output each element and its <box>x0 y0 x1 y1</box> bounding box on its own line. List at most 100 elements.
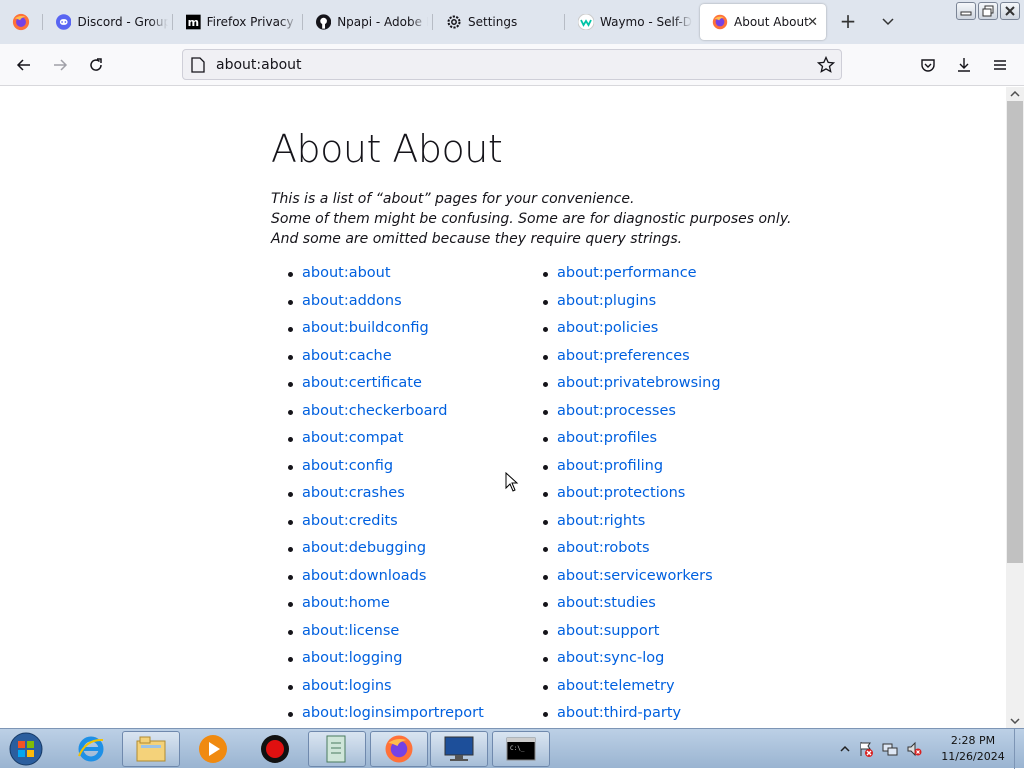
about-link[interactable]: about:config <box>288 458 484 486</box>
restore-button[interactable] <box>978 2 998 20</box>
about-link[interactable]: about:protections <box>543 485 721 513</box>
about-link[interactable]: about:crashes <box>288 485 484 513</box>
about-link[interactable]: about:cache <box>288 348 484 376</box>
about-link[interactable]: about:logging <box>288 650 484 678</box>
new-tab-button[interactable]: + <box>836 10 860 34</box>
tab-about-about[interactable]: About About ✕ <box>700 4 826 40</box>
show-hidden-icons-icon[interactable] <box>840 745 850 753</box>
about-link[interactable]: about:home <box>288 595 484 623</box>
command-prompt-icon: C:\_ <box>506 737 536 761</box>
about-link[interactable]: about:certificate <box>288 375 484 403</box>
about-link[interactable]: about:preferences <box>543 348 721 376</box>
vertical-scrollbar[interactable] <box>1006 87 1024 728</box>
pocket-icon <box>921 59 935 72</box>
menu-button[interactable] <box>988 53 1012 77</box>
taskbar-firefox[interactable] <box>370 731 428 767</box>
about-link[interactable]: about:debugging <box>288 540 484 568</box>
minimize-icon <box>960 11 972 16</box>
about-link[interactable]: about:downloads <box>288 568 484 596</box>
action-center-warning-icon[interactable] <box>858 741 874 757</box>
about-link[interactable]: about:support <box>543 623 721 651</box>
tab-waymo[interactable]: Waymo - Self-D <box>566 4 692 40</box>
about-link[interactable]: about:about <box>288 265 484 293</box>
intro-line: This is a list of “about” pages for your… <box>271 191 635 207</box>
close-tab-icon[interactable]: ✕ <box>807 15 818 30</box>
about-link[interactable]: about:buildconfig <box>288 320 484 348</box>
chevron-down-icon <box>882 18 894 26</box>
download-icon <box>958 58 970 72</box>
reload-button[interactable] <box>84 53 108 77</box>
list-all-tabs-button[interactable] <box>876 10 900 34</box>
about-link[interactable]: about:profiling <box>543 458 721 486</box>
about-link[interactable]: about:telemetry <box>543 678 721 706</box>
folder-icon <box>136 736 166 762</box>
taskbar-remote-desktop[interactable] <box>430 731 488 767</box>
about-link[interactable]: about:rights <box>543 513 721 541</box>
close-window-button[interactable] <box>1000 2 1020 20</box>
scroll-up-button[interactable] <box>1006 87 1024 101</box>
arrow-left-icon <box>16 59 30 71</box>
about-link[interactable]: about:performance <box>543 265 721 293</box>
about-link[interactable]: about:profiles <box>543 430 721 458</box>
waymo-icon <box>578 14 594 30</box>
about-link[interactable]: about:credits <box>288 513 484 541</box>
about-link[interactable]: about:policies <box>543 320 721 348</box>
restore-icon <box>982 5 994 17</box>
about-link[interactable]: about:checkerboard <box>288 403 484 431</box>
about-link[interactable]: about:serviceworkers <box>543 568 721 596</box>
volume-muted-icon[interactable] <box>906 741 922 757</box>
hamburger-menu-icon <box>994 60 1006 70</box>
network-icon[interactable] <box>882 741 898 757</box>
taskbar-command-prompt[interactable]: C:\_ <box>492 731 550 767</box>
downloads-button[interactable] <box>952 53 976 77</box>
about-link[interactable]: about:robots <box>543 540 721 568</box>
page-icon <box>191 57 205 73</box>
windows-start-orb-icon <box>9 732 43 766</box>
tab-npapi[interactable]: Npapi - Adobe F <box>304 4 428 40</box>
tab-discord[interactable]: Discord - Group <box>44 4 168 40</box>
about-link[interactable]: about:privatebrowsing <box>543 375 721 403</box>
chevron-up-icon <box>1010 91 1020 97</box>
scroll-down-button[interactable] <box>1006 714 1024 728</box>
arrow-right-icon <box>54 59 68 71</box>
start-button[interactable] <box>6 731 46 767</box>
about-link[interactable]: about:loginsimportreport <box>288 705 484 728</box>
taskbar-notepad[interactable] <box>308 731 366 767</box>
tab-title: About About <box>734 15 809 29</box>
taskbar-file-explorer[interactable] <box>122 731 180 767</box>
clock-date: 11/26/2024 <box>941 750 1005 763</box>
forward-button[interactable] <box>48 53 72 77</box>
firefox-icon <box>385 735 413 763</box>
about-link[interactable]: about:sync-log <box>543 650 721 678</box>
taskbar-recorder[interactable] <box>246 731 304 767</box>
tab-title: Discord - Group <box>77 15 168 29</box>
back-button[interactable] <box>12 53 36 77</box>
pocket-button[interactable] <box>916 53 940 77</box>
scrollbar-thumb[interactable] <box>1007 101 1023 563</box>
about-link[interactable]: about:license <box>288 623 484 651</box>
bookmark-star-icon[interactable] <box>817 56 835 74</box>
firefox-view-button[interactable] <box>0 0 42 44</box>
about-link[interactable]: about:compat <box>288 430 484 458</box>
navigation-toolbar: about:about <box>0 44 1024 86</box>
about-link[interactable]: about:studies <box>543 595 721 623</box>
url-text[interactable]: about:about <box>216 57 302 73</box>
tab-settings[interactable]: Settings <box>434 4 560 40</box>
gear-icon <box>447 15 461 29</box>
url-bar[interactable]: about:about <box>182 49 842 80</box>
about-link[interactable]: about:plugins <box>543 293 721 321</box>
show-desktop-button[interactable] <box>1014 729 1024 769</box>
about-link[interactable]: about:addons <box>288 293 484 321</box>
taskbar-media-player[interactable] <box>184 731 242 767</box>
clock-time: 2:28 PM <box>950 734 996 747</box>
taskbar-clock[interactable]: 2:28 PM 11/26/2024 <box>938 733 1008 765</box>
about-link[interactable]: about:third-party <box>543 705 721 728</box>
taskbar-internet-explorer[interactable] <box>62 731 120 767</box>
about-link[interactable]: about:logins <box>288 678 484 706</box>
minimize-button[interactable] <box>956 2 976 20</box>
tab-firefox-privacy[interactable]: m Firefox Privacy N <box>174 4 298 40</box>
document-icon <box>326 735 346 763</box>
about-link[interactable]: about:processes <box>543 403 721 431</box>
system-tray <box>840 731 922 767</box>
windows-taskbar: C:\_ 2:28 PM 11/26/2024 <box>0 728 1024 769</box>
